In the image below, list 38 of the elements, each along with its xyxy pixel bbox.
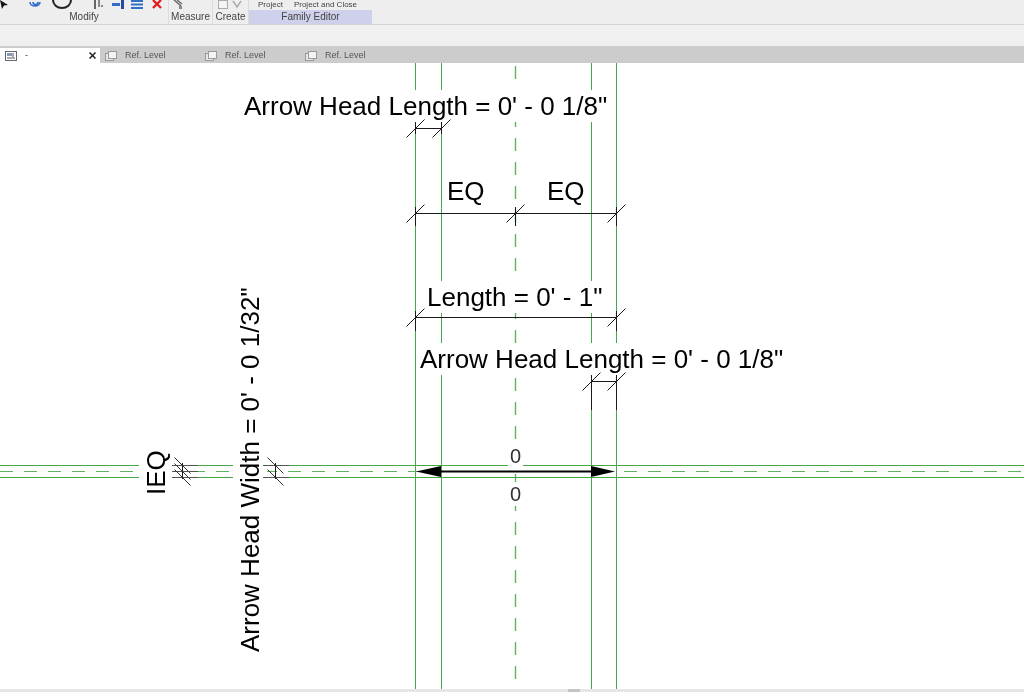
ring-icon[interactable] (52, 0, 72, 9)
ribbon-button-label[interactable]: Project (258, 0, 283, 9)
dimension-line (262, 457, 290, 486)
view-tab[interactable]: Ref. Level (100, 48, 200, 63)
dimension-text: Arrow Head Width = 0' - 0 1/32" (235, 287, 265, 652)
ribbon-button-label[interactable]: Project and Close (293, 0, 358, 9)
dimension-text: Arrow Head Length = 0' - 0 1/8" (244, 91, 608, 121)
ribbon-panel-title: Create (214, 10, 247, 24)
cursor-icon[interactable] (0, 0, 8, 9)
delete-icon[interactable] (152, 0, 162, 9)
dimension-line (171, 457, 199, 486)
ribbon-panel-title: Family Editor (249, 10, 372, 24)
spiral-icon[interactable] (29, 0, 41, 9)
ribbon-panel-title: Modify (68, 10, 100, 24)
checkbox-icon[interactable] (218, 0, 228, 9)
dimension-text: EQ (547, 176, 585, 206)
split-icon[interactable] (112, 0, 124, 9)
view-tab[interactable]: Ref. Level (200, 48, 300, 63)
document-icon (5, 50, 17, 61)
arrow-label: 0 (509, 483, 522, 505)
scrollbar-thumb[interactable] (568, 689, 580, 692)
close-icon[interactable] (89, 52, 96, 59)
arrow-label: 0 (509, 445, 522, 467)
list-icon[interactable] (131, 0, 143, 9)
measure-icon[interactable] (173, 0, 183, 9)
ribbon-panel-title: Measure (170, 10, 211, 24)
dimension-text: Arrow Head Length = 0' - 0 1/8" (420, 344, 784, 374)
align-icon[interactable] (94, 0, 103, 9)
document-icon (105, 50, 117, 61)
view-tab[interactable]: - (0, 48, 100, 63)
dimension-line (582, 372, 626, 411)
dimension-line (406, 119, 451, 138)
dimension-text: IEQ (141, 450, 171, 495)
document-icon (305, 50, 317, 61)
dimension-text: Length = 0' - 1" (427, 282, 603, 312)
document-icon (205, 50, 217, 61)
view-tab[interactable]: Ref. Level (300, 48, 400, 63)
dimension-text: EQ (447, 176, 485, 206)
